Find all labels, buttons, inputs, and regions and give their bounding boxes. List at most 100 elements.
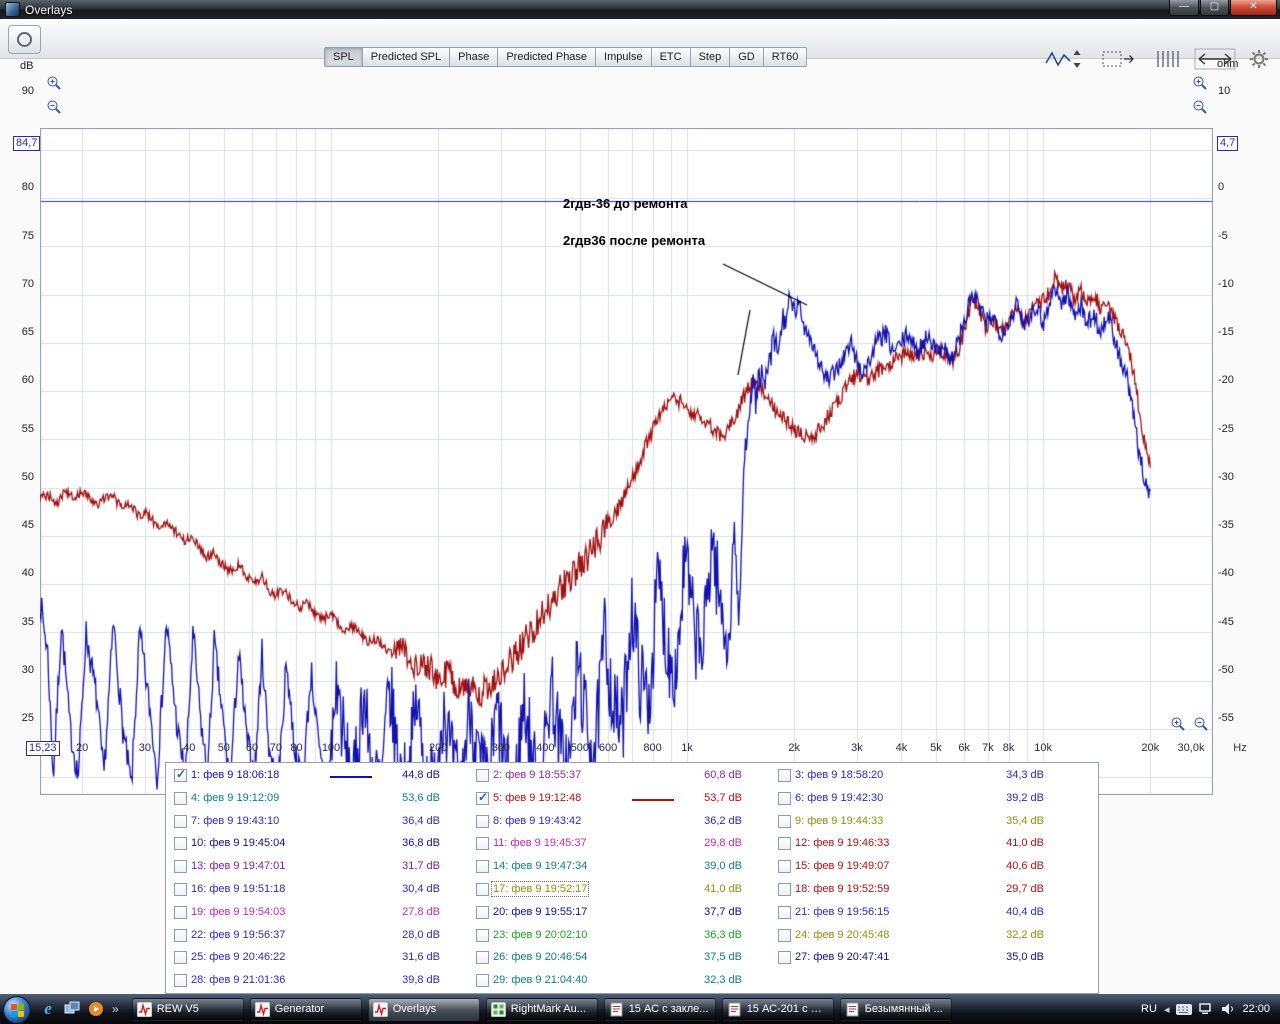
zoom-in-y-right-icon[interactable] <box>1192 75 1208 91</box>
measurement-checkbox[interactable] <box>476 769 489 782</box>
measurement-checkbox[interactable] <box>476 790 489 805</box>
legend-row[interactable]: 20: фев 9 19:55:17 37,7 dB <box>470 902 766 925</box>
legend-row[interactable]: 14: фев 9 19:47:34 39,0 dB <box>470 856 766 879</box>
gear-icon[interactable] <box>1248 48 1270 75</box>
measurement-checkbox[interactable] <box>778 905 791 919</box>
measurement-checkbox[interactable] <box>778 951 791 965</box>
maximize-button[interactable]: ▢ <box>1200 0 1229 16</box>
measurement-checkbox[interactable] <box>476 928 489 942</box>
fit-width-icon[interactable] <box>1192 46 1238 77</box>
spl-plot-canvas[interactable] <box>40 128 1213 795</box>
legend-row[interactable]: 2: фев 9 18:55:37 60,8 dB <box>470 765 766 788</box>
legend-row[interactable]: 15: фев 9 19:49:07 40,6 dB <box>772 856 1068 879</box>
measurement-checkbox[interactable] <box>174 882 187 896</box>
legend-row[interactable]: 17: фев 9 19:52:17 41,0 dB <box>470 879 766 902</box>
clock[interactable]: 22:00 <box>1242 1003 1270 1015</box>
language-indicator[interactable]: RU <box>1141 1003 1157 1015</box>
tab-etc[interactable]: ETC <box>651 47 691 67</box>
legend-row[interactable]: 6: фев 9 19:42:30 39,2 dB <box>772 788 1068 811</box>
legend-row[interactable]: 5: фев 9 19:12:48 53,7 dB <box>470 788 766 811</box>
measurement-checkbox[interactable] <box>476 951 489 965</box>
taskbar-button-overlays[interactable]: Overlays <box>367 997 480 1021</box>
media-player-icon[interactable] <box>86 999 106 1019</box>
measurement-checkbox[interactable] <box>174 791 187 805</box>
quick-launch-overflow[interactable]: » <box>110 1002 121 1016</box>
overlay-traces-icon[interactable] <box>1041 46 1085 77</box>
measurement-checkbox[interactable] <box>476 860 489 874</box>
legend-row[interactable]: 7: фев 9 19:43:10 36,4 dB <box>168 811 464 834</box>
measurement-checkbox[interactable] <box>174 951 187 965</box>
tab-predicted-phase[interactable]: Predicted Phase <box>498 47 597 67</box>
measurement-checkbox[interactable] <box>476 905 489 919</box>
keyboard-icon[interactable] <box>1176 1003 1193 1015</box>
minimize-button[interactable]: — <box>1169 0 1199 16</box>
zoom-in-y-icon[interactable] <box>46 75 62 91</box>
tab-step[interactable]: Step <box>690 47 731 67</box>
measurement-checkbox[interactable] <box>778 860 791 874</box>
zoom-out-y-right-icon[interactable] <box>1192 99 1208 115</box>
window-switcher-icon[interactable] <box>62 999 82 1019</box>
taskbar-button-generator[interactable]: Generator <box>249 997 362 1021</box>
measurement-checkbox[interactable] <box>174 767 187 782</box>
taskbar-button-rightmark-au-[interactable]: RightMark Au... <box>485 997 598 1021</box>
volume-icon[interactable] <box>1221 1003 1235 1015</box>
measurement-checkbox[interactable] <box>778 928 791 942</box>
tray-chevron-icon[interactable]: ◂ <box>1164 1003 1170 1016</box>
tab-gd[interactable]: GD <box>730 47 764 67</box>
legend-row[interactable]: 3: фев 9 18:58:20 34,3 dB <box>772 765 1068 788</box>
taskbar-button-безымянный-[interactable]: Безымянный ... <box>839 997 952 1021</box>
network-icon[interactable] <box>1199 1003 1214 1015</box>
tab-phase[interactable]: Phase <box>450 47 499 67</box>
start-button[interactable] <box>0 994 34 1024</box>
legend-row[interactable]: 16: фев 9 19:51:18 30,4 dB <box>168 879 464 902</box>
measurement-checkbox[interactable] <box>174 928 187 942</box>
legend-row[interactable]: 19: фев 9 19:54:03 27,8 dB <box>168 902 464 925</box>
legend-row[interactable]: 18: фев 9 19:52:59 29,7 dB <box>772 879 1068 902</box>
legend-row[interactable]: 28: фев 9 21:01:36 39,8 dB <box>168 970 464 993</box>
measurement-checkbox[interactable] <box>778 814 791 828</box>
tab-predicted-spl[interactable]: Predicted SPL <box>362 47 451 67</box>
window-titlebar[interactable]: Overlays — ▢ ✕ <box>0 0 1280 19</box>
legend-row[interactable]: 12: фев 9 19:46:33 41,0 dB <box>772 833 1068 856</box>
zoom-out-x-icon[interactable] <box>1193 716 1209 732</box>
legend-row[interactable]: 8: фев 9 19:43:42 36,2 dB <box>470 811 766 834</box>
measurement-checkbox[interactable] <box>174 974 187 988</box>
close-button[interactable]: ✕ <box>1230 0 1277 16</box>
legend-row[interactable]: 21: фев 9 19:56:15 40,4 dB <box>772 902 1068 925</box>
measurement-checkbox[interactable] <box>778 837 791 851</box>
zoom-out-y-icon[interactable] <box>46 99 62 115</box>
spectrogram-icon[interactable] <box>1146 46 1190 77</box>
measurement-checkbox[interactable] <box>778 882 791 896</box>
legend-row[interactable]: 23: фев 9 20:02:10 36,3 dB <box>470 925 766 948</box>
taskbar-button-rew-v5[interactable]: REW V5 <box>131 997 244 1021</box>
zoom-in-x-icon[interactable] <box>1170 716 1186 732</box>
measurement-checkbox[interactable] <box>174 837 187 851</box>
legend-row[interactable]: 11: фев 9 19:45:37 29,8 dB <box>470 833 766 856</box>
internet-explorer-icon[interactable]: e <box>38 999 58 1019</box>
tab-rt60[interactable]: RT60 <box>763 47 808 67</box>
legend-row[interactable]: 1: фев 9 18:06:18 44,8 dB <box>168 765 464 788</box>
legend-row[interactable]: 24: фев 9 20:45:48 32,2 dB <box>772 925 1068 948</box>
legend-row[interactable]: 29: фев 9 21:04:40 32,3 dB <box>470 970 766 993</box>
measurement-checkbox[interactable] <box>778 791 791 805</box>
legend-row[interactable]: 13: фев 9 19:47:01 31,7 dB <box>168 856 464 879</box>
legend-row[interactable]: 27: фев 9 20:47:41 35,0 dB <box>772 947 1068 970</box>
measurement-checkbox[interactable] <box>476 814 489 828</box>
legend-row[interactable]: 4: фев 9 19:12:09 53,6 dB <box>168 788 464 811</box>
measurement-checkbox[interactable] <box>174 905 187 919</box>
legend-row[interactable]: 25: фев 9 20:46:22 31,6 dB <box>168 947 464 970</box>
legend-row[interactable]: 10: фев 9 19:45:04 36,8 dB <box>168 833 464 856</box>
input-device-button[interactable] <box>8 25 41 54</box>
tab-impulse[interactable]: Impulse <box>596 47 652 67</box>
capture-icon[interactable] <box>1096 46 1140 77</box>
measurement-checkbox[interactable] <box>476 974 489 988</box>
taskbar-button-15-ас-201-с-м-[interactable]: 15 АС-201 с м... <box>721 997 834 1021</box>
measurement-checkbox[interactable] <box>778 769 791 782</box>
legend-row[interactable]: 9: фев 9 19:44:33 35,4 dB <box>772 811 1068 834</box>
legend-row[interactable]: 26: фев 9 20:46:54 37,5 dB <box>470 947 766 970</box>
measurement-checkbox[interactable] <box>476 837 489 851</box>
measurement-checkbox[interactable] <box>174 814 187 828</box>
measurement-checkbox[interactable] <box>476 882 489 896</box>
measurement-checkbox[interactable] <box>174 860 187 874</box>
legend-row[interactable]: 22: фев 9 19:56:37 28,0 dB <box>168 925 464 948</box>
